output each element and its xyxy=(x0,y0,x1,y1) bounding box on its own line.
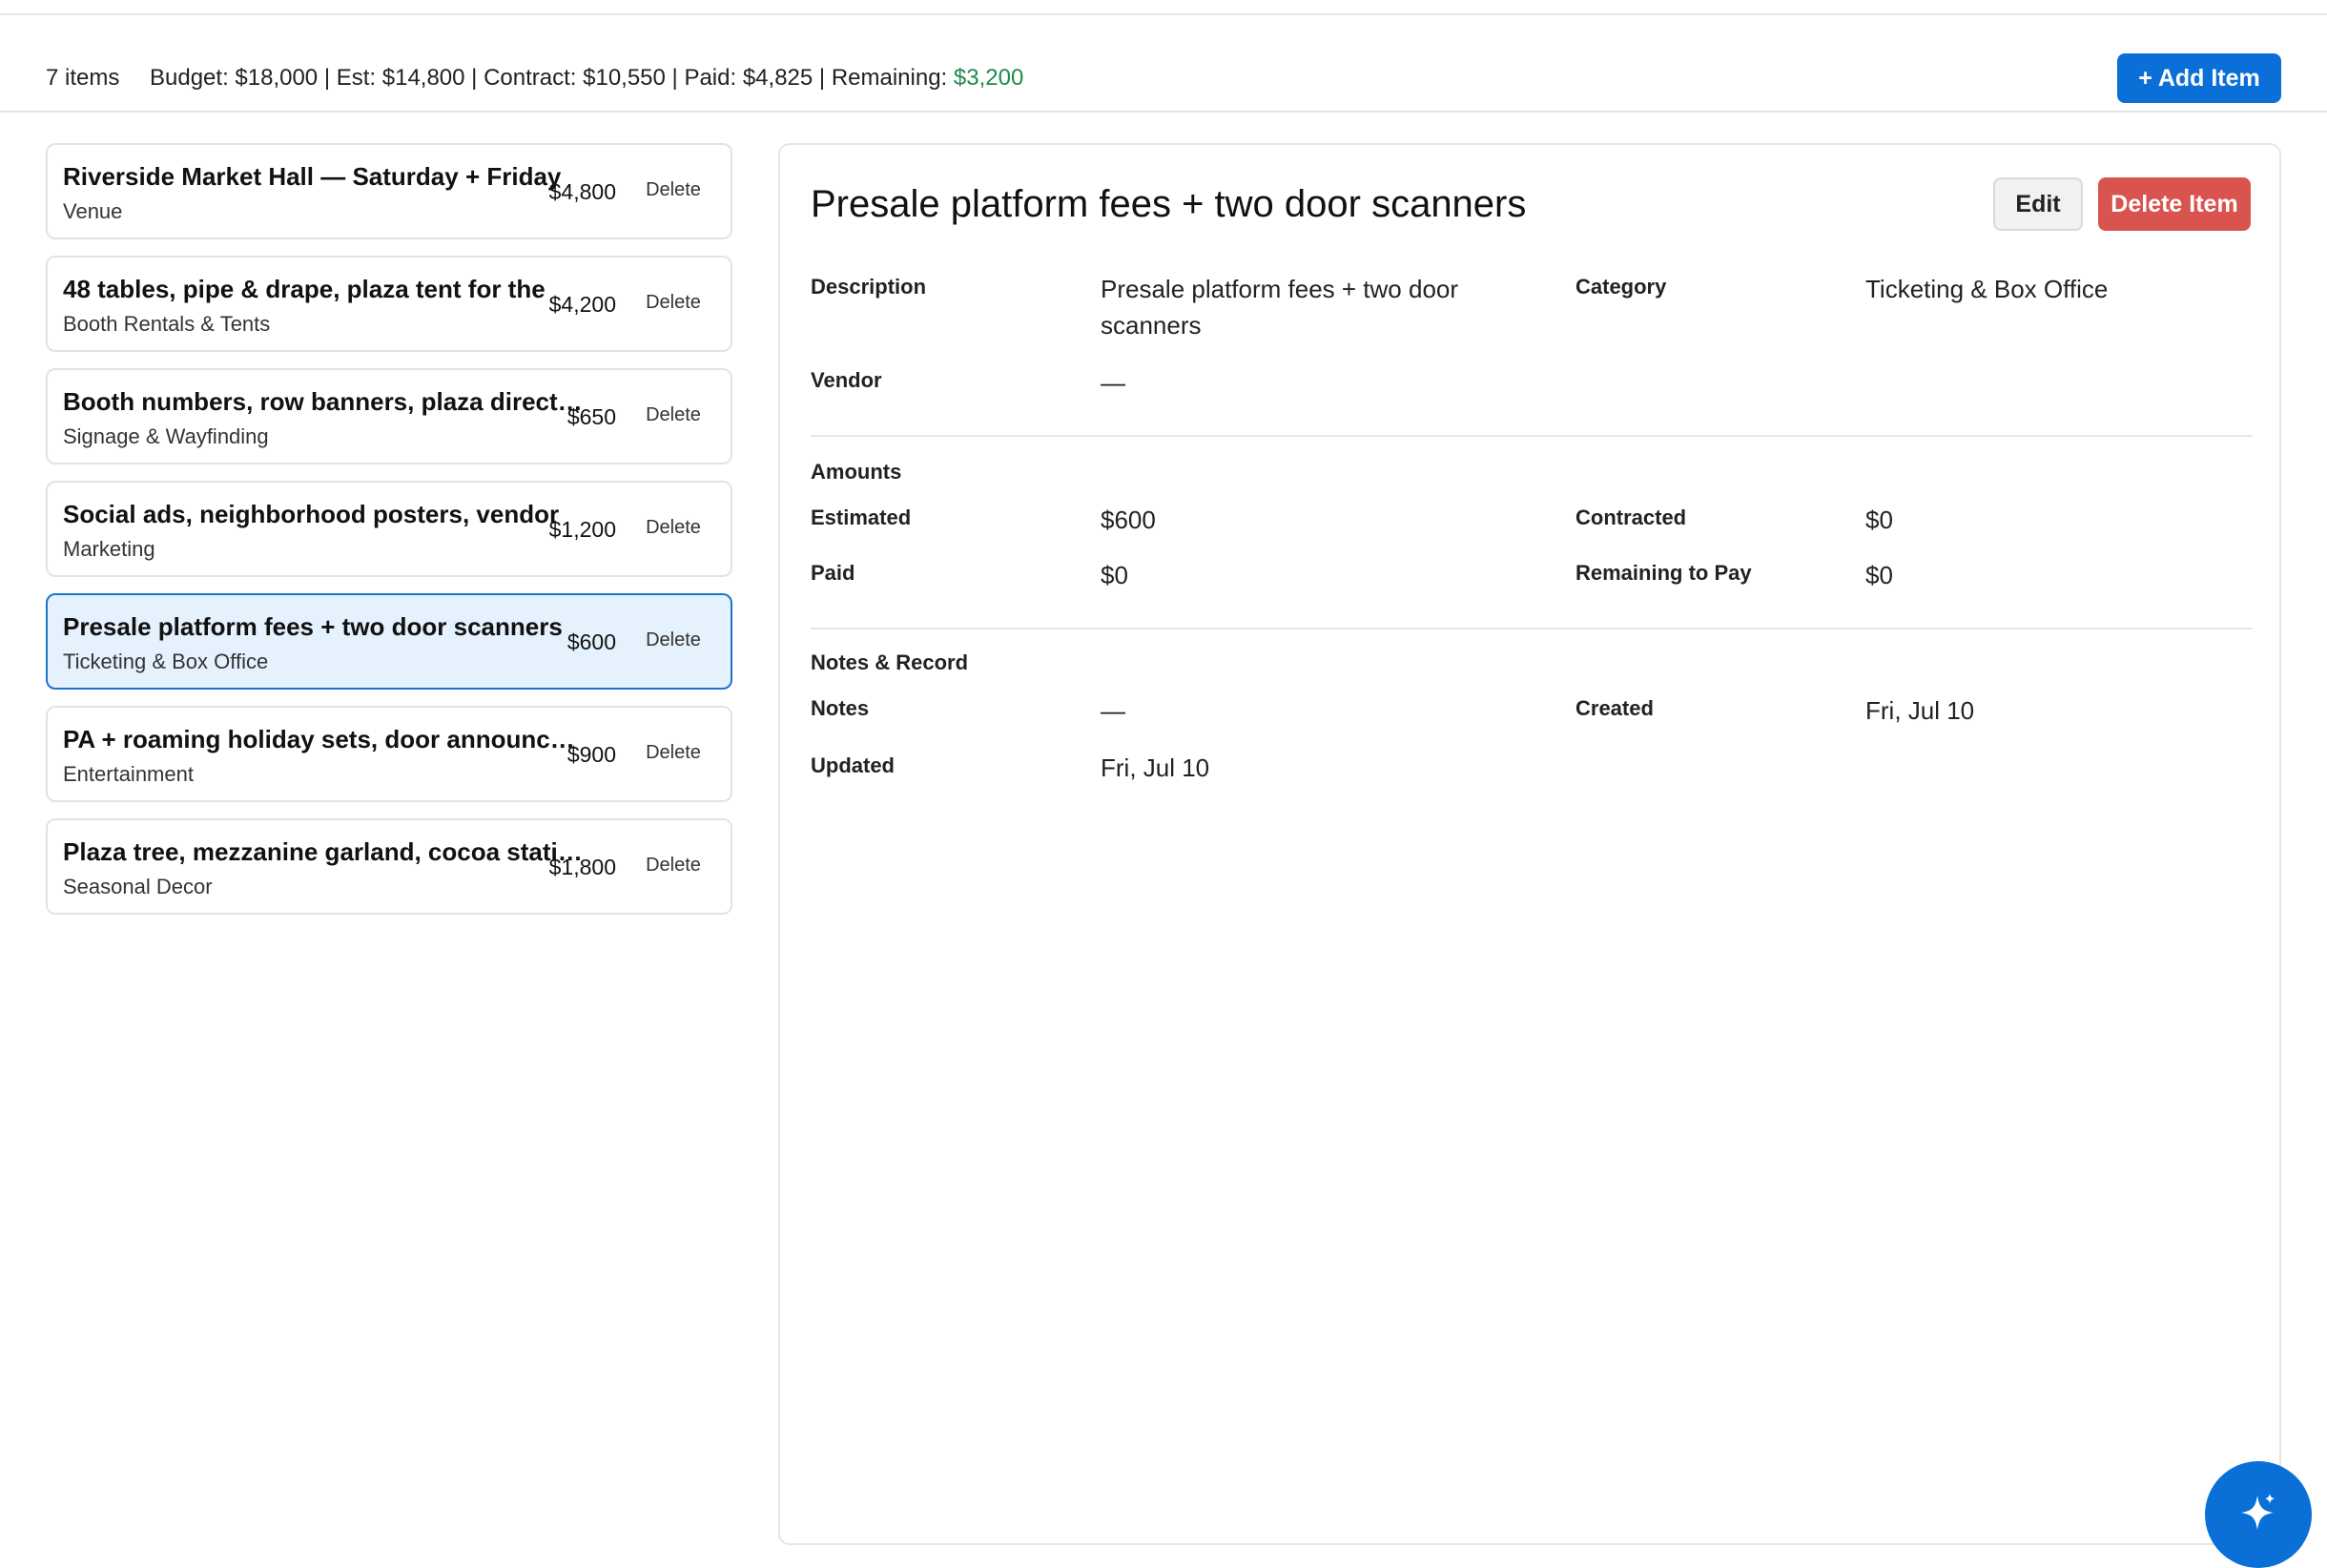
remaining-total: $3,200 xyxy=(953,65,1024,91)
delete-item-button[interactable]: Delete xyxy=(635,292,711,314)
notes-heading: Notes & Record xyxy=(811,650,969,674)
estimated-total: Est: $14,800 xyxy=(336,65,465,91)
sparkle-icon xyxy=(2241,1494,2275,1530)
contract-total: Contract: $10,550 xyxy=(484,65,666,91)
estimated-label: Estimated xyxy=(811,505,912,529)
item-amount: $1,200 xyxy=(548,517,616,542)
delete-item-button[interactable]: Delete xyxy=(635,517,711,539)
item-title: 48 tables, pipe & drape, plaza tent for … xyxy=(63,275,546,303)
item-title: Plaza tree, mezzanine garland, cocoa sta… xyxy=(63,837,587,866)
delete-item-button[interactable]: Delete Item xyxy=(2098,177,2251,231)
item-title: Booth numbers, row banners, plaza direct… xyxy=(63,387,587,416)
section-divider xyxy=(811,628,2253,629)
item-amount: $1,800 xyxy=(548,855,616,879)
paid-label: Paid xyxy=(811,561,855,585)
edit-button[interactable]: Edit xyxy=(1993,177,2083,231)
vendor-label: Vendor xyxy=(811,368,882,392)
item-category: Ticketing & Box Office xyxy=(63,650,269,673)
remaining-value: $0 xyxy=(1865,561,1893,589)
paid-total: Paid: $4,825 xyxy=(684,65,813,91)
updated-label: Updated xyxy=(811,753,895,777)
item-category: Entertainment xyxy=(63,762,194,786)
assistant-fab-button[interactable] xyxy=(2205,1461,2312,1568)
item-category: Signage & Wayfinding xyxy=(63,424,269,448)
list-item[interactable]: 48 tables, pipe & drape, plaza tent for … xyxy=(46,256,732,352)
summary-header: 7 items Budget: $18,000 | Est: $14,800 |… xyxy=(0,15,2327,113)
item-title: PA + roaming holiday sets, door announce… xyxy=(63,725,587,753)
budget-total: Budget: $18,000 xyxy=(150,65,319,91)
item-category: Venue xyxy=(63,199,123,223)
delete-item-button[interactable]: Delete xyxy=(635,855,711,877)
description-label: Description xyxy=(811,275,927,299)
item-category: Marketing xyxy=(63,537,155,561)
estimated-value: $600 xyxy=(1101,505,1156,534)
created-label: Created xyxy=(1575,696,1654,720)
paid-value: $0 xyxy=(1101,561,1128,589)
description-value: Presale platform fees + two door scanner… xyxy=(1101,275,1459,340)
remaining-label: Remaining: xyxy=(831,65,948,91)
created-value: Fri, Jul 10 xyxy=(1865,696,1975,725)
notes-label: Notes xyxy=(811,696,870,720)
list-item[interactable]: Plaza tree, mezzanine garland, cocoa sta… xyxy=(46,818,732,915)
vendor-value: — xyxy=(1101,368,1125,397)
delete-item-button[interactable]: Delete xyxy=(635,742,711,764)
add-item-button[interactable]: + Add Item xyxy=(2117,53,2281,103)
item-title: Presale platform fees + two door scanner… xyxy=(63,612,563,641)
item-amount: $900 xyxy=(566,742,616,767)
item-title: Riverside Market Hall — Saturday + Frida… xyxy=(63,162,562,191)
contracted-value: $0 xyxy=(1865,505,1893,534)
delete-item-button[interactable]: Delete xyxy=(635,179,711,201)
delete-item-button[interactable]: Delete xyxy=(635,404,711,426)
list-item[interactable]: PA + roaming holiday sets, door announce… xyxy=(46,706,732,802)
item-amount: $4,800 xyxy=(548,179,616,204)
amounts-heading: Amounts xyxy=(811,460,902,484)
contracted-label: Contracted xyxy=(1575,505,1687,529)
item-amount: $650 xyxy=(566,404,616,429)
updated-value: Fri, Jul 10 xyxy=(1101,753,1210,782)
category-value: Ticketing & Box Office xyxy=(1865,275,2109,303)
budget-item-list: Riverside Market Hall — Saturday + Frida… xyxy=(46,143,732,931)
list-item-selected[interactable]: Presale platform fees + two door scanner… xyxy=(46,593,732,690)
remaining-label: Remaining to Pay xyxy=(1575,561,1752,585)
list-item[interactable]: Social ads, neighborhood posters, vendor… xyxy=(46,481,732,577)
list-item[interactable]: Booth numbers, row banners, plaza direct… xyxy=(46,368,732,464)
item-amount: $600 xyxy=(566,629,616,654)
delete-item-button[interactable]: Delete xyxy=(635,629,711,651)
notes-value: — xyxy=(1101,696,1125,725)
budget-summary: Budget: $18,000 | Est: $14,800 | Contrac… xyxy=(150,65,1024,91)
item-count: 7 items xyxy=(46,65,120,91)
item-title: Social ads, neighborhood posters, vendor xyxy=(63,500,560,528)
section-divider xyxy=(811,435,2253,437)
item-amount: $4,200 xyxy=(548,292,616,317)
item-category: Booth Rentals & Tents xyxy=(63,312,271,336)
item-category: Seasonal Decor xyxy=(63,875,213,898)
detail-title: Presale platform fees + two door scanner… xyxy=(811,183,1527,225)
category-label: Category xyxy=(1575,275,1667,299)
list-item[interactable]: Riverside Market Hall — Saturday + Frida… xyxy=(46,143,732,239)
item-detail-panel: Presale platform fees + two door scanner… xyxy=(778,143,2281,1545)
